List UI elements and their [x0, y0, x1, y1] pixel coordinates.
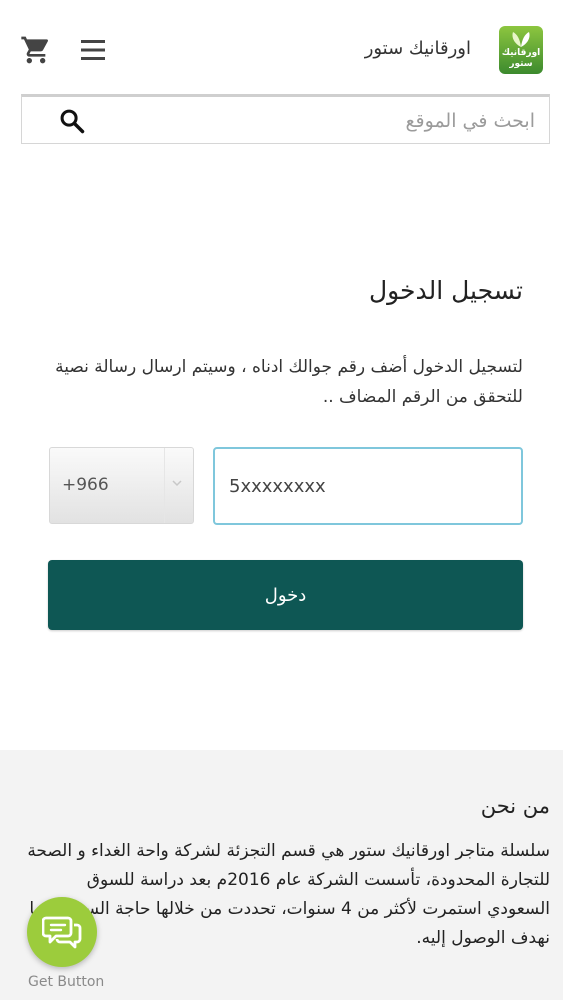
country-code-select[interactable]: +966 — [49, 447, 194, 524]
search-bar — [21, 94, 550, 144]
hamburger-menu-icon[interactable] — [78, 37, 108, 63]
search-icon[interactable] — [58, 107, 86, 135]
chevron-down-icon — [172, 480, 182, 487]
chat-widget-label: Get Button — [28, 974, 105, 990]
leaf-icon — [512, 32, 530, 47]
chat-widget-button[interactable] — [27, 897, 97, 967]
header: اورقانيك ستور اورقانيك ستور — [0, 0, 563, 92]
chat-bubbles-icon — [42, 916, 82, 949]
logo-text-line2: ستور — [509, 59, 533, 69]
footer: من نحن سلسلة متاجر اورقانيك ستور هي قسم … — [0, 750, 563, 1000]
phone-input[interactable] — [213, 447, 523, 525]
select-divider — [164, 448, 165, 523]
login-title: تسجيل الدخول — [368, 276, 523, 305]
logo-text-line1: اورقانيك — [501, 48, 541, 58]
login-button[interactable]: دخول — [48, 560, 523, 630]
logo-text: اورقانيك ستور — [499, 48, 543, 70]
brand-logo[interactable]: اورقانيك ستور — [499, 26, 543, 74]
cart-icon[interactable] — [20, 34, 52, 66]
login-description: لتسجيل الدخول أضف رقم جوالك ادناه ، وسيت… — [55, 357, 523, 407]
search-input[interactable] — [92, 104, 535, 138]
about-title: من نحن — [480, 794, 550, 818]
brand-name[interactable]: اورقانيك ستور — [365, 38, 471, 59]
about-text: سلسلة متاجر اورقانيك ستور هي قسم التجزئة… — [27, 841, 550, 948]
country-code-value: +966 — [62, 475, 109, 495]
